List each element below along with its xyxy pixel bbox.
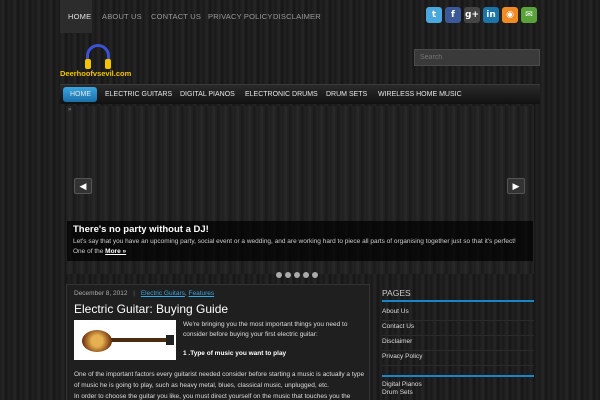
twitter-icon[interactable]: t — [426, 7, 442, 23]
slider-prev-button[interactable]: ◀ — [74, 178, 92, 194]
post-paragraph-1: One of the important factors every guita… — [74, 371, 365, 389]
main-nav-wireless-home-music[interactable]: WIRELESS HOME MUSIC — [378, 91, 462, 98]
post-meta-separator: | — [133, 290, 135, 297]
post-meta: December 8, 2012 | Electric Guitars, Fea… — [74, 290, 215, 297]
slider-marker: » — [68, 107, 72, 113]
slider-excerpt: Let's say that you have an upcoming part… — [73, 238, 516, 255]
main-nav-home[interactable]: HOME — [70, 91, 91, 98]
guitar-head — [166, 335, 174, 345]
slider-caption: There's no party without a DJ! Let's say… — [67, 221, 533, 261]
headphones-left-ear — [85, 59, 91, 69]
top-nav-home[interactable]: HOME — [68, 12, 91, 21]
main-nav-electronic-drums[interactable]: ELECTRONIC DRUMS — [245, 91, 318, 98]
main-nav-electric-guitars[interactable]: ELECTRIC GUITARS — [105, 91, 172, 98]
slider-next-button[interactable]: ▶ — [507, 178, 525, 194]
post-title[interactable]: Electric Guitar: Buying Guide — [74, 302, 228, 316]
slider-text: Let's say that you have an upcoming part… — [73, 237, 527, 257]
sidebar-title-bar — [382, 300, 534, 302]
main-navigation: HOME ELECTRIC GUITARS DIGITAL PIANOS ELE… — [60, 84, 540, 104]
featured-slider: » ◀ ▶ There's no party without a DJ! Let… — [66, 106, 534, 278]
site-logo[interactable]: Deerhoofvsevil.com — [60, 40, 140, 80]
top-nav-disclaimer[interactable]: DISCLAIMER — [273, 12, 321, 21]
slider-pagination — [276, 265, 321, 283]
main-nav-digital-pianos[interactable]: DIGITAL PIANOS — [180, 91, 235, 98]
sidebar-pages-title: PAGES — [382, 288, 411, 298]
sidebar-item-drum-sets[interactable]: Drum Sets — [382, 389, 534, 397]
sidebar-item-privacy-policy[interactable]: Privacy Policy — [382, 351, 534, 366]
slider-dot[interactable] — [276, 272, 282, 278]
slider-dot[interactable] — [312, 272, 318, 278]
sidebar: PAGES About Us Contact Us Disclaimer Pri… — [382, 288, 534, 397]
post-body: One of the important factors every guita… — [74, 369, 366, 400]
top-nav-about-us[interactable]: ABOUT US — [102, 12, 142, 21]
post-article: December 8, 2012 | Electric Guitars, Fea… — [66, 284, 370, 400]
post-category-electric-guitars[interactable]: Electric Guitars — [141, 290, 185, 297]
email-icon[interactable]: ✉ — [521, 7, 537, 23]
headphones-right-ear — [105, 59, 111, 69]
logo-text: Deerhoofvsevil.com — [60, 69, 132, 78]
post-category-features[interactable]: Features — [189, 290, 215, 297]
post-date: December 8, 2012 — [74, 290, 128, 297]
search-input[interactable] — [414, 49, 540, 66]
google-plus-icon[interactable]: g+ — [464, 7, 480, 23]
slider-dot[interactable] — [303, 272, 309, 278]
post-subheading: 1 .Type of music you want to play — [183, 350, 287, 357]
linkedin-icon[interactable]: in — [483, 7, 499, 23]
guitar-neck — [108, 338, 170, 342]
facebook-icon[interactable]: f — [445, 7, 461, 23]
main-nav-drum-sets[interactable]: DRUM SETS — [326, 91, 367, 98]
top-nav-contact-us[interactable]: CONTACT US — [151, 12, 201, 21]
post-thumbnail[interactable] — [74, 320, 176, 360]
slider-dot[interactable] — [294, 272, 300, 278]
post-paragraph-2: In order to choose the guitar you like, … — [74, 393, 351, 400]
slider-more-link[interactable]: More » — [105, 248, 126, 255]
slider-dot[interactable] — [285, 272, 291, 278]
sidebar-item-digital-pianos[interactable]: Digital Pianos — [382, 381, 534, 389]
rss-icon[interactable]: ◉ — [502, 7, 518, 23]
sidebar-item-contact-us[interactable]: Contact Us — [382, 321, 534, 336]
guitar-body — [82, 330, 112, 352]
sidebar-item-about-us[interactable]: About Us — [382, 306, 534, 321]
sidebar-divider-bar — [382, 375, 534, 377]
slider-title[interactable]: There's no party without a DJ! — [73, 224, 527, 235]
page-wrapper: HOME ABOUT US CONTACT US PRIVACY POLICY … — [60, 0, 540, 400]
sidebar-item-disclaimer[interactable]: Disclaimer — [382, 336, 534, 351]
top-navigation: HOME ABOUT US CONTACT US PRIVACY POLICY … — [60, 0, 540, 33]
top-nav-privacy-policy[interactable]: PRIVACY POLICY — [208, 12, 273, 21]
post-intro: We're bringing you the most important th… — [183, 321, 348, 338]
